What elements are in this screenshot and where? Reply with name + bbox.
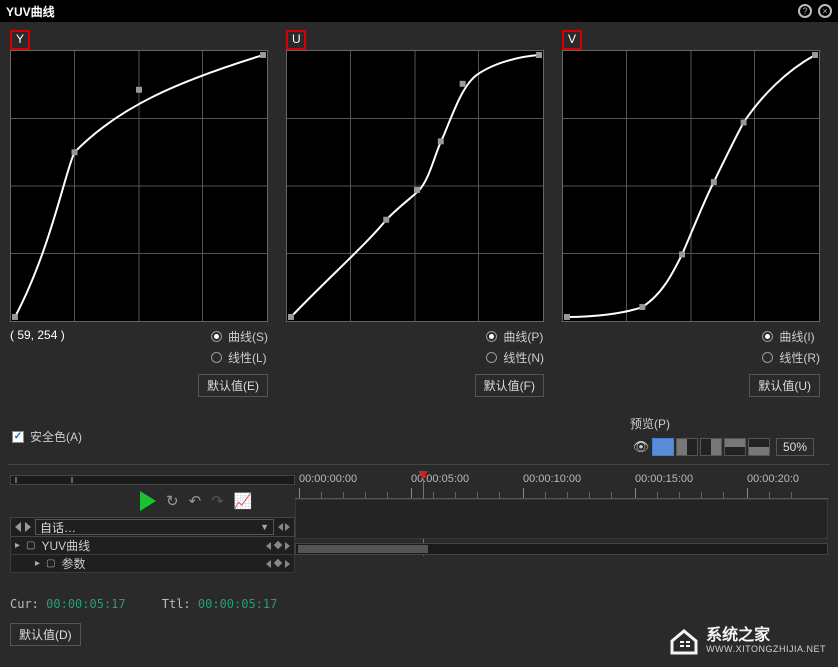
graph-icon[interactable]: 📈 xyxy=(234,492,253,510)
curve-column-u: U 曲线(P) 线性(N) 默认值(F) xyxy=(286,30,544,397)
radio-linear-y[interactable]: 线性(L) xyxy=(211,349,268,366)
watermark-sub: WWW.XITONGZHIJIA.NET xyxy=(706,645,826,655)
radio-curve-v[interactable]: 曲线(I) xyxy=(762,328,820,345)
panel-header: YUV曲线 ? × xyxy=(0,0,838,22)
curve-controls-u: 曲线(P) 线性(N) xyxy=(286,328,544,366)
cur-label: Cur: xyxy=(10,597,39,611)
preview-mode-split-h2[interactable] xyxy=(748,438,770,456)
safe-color-label: 安全色(A) xyxy=(30,428,82,445)
curve-label-y: Y xyxy=(10,30,30,50)
track-header: 自话… ▼ xyxy=(10,517,295,537)
redo-icon[interactable]: ↷ xyxy=(211,492,224,510)
next-key-icon[interactable] xyxy=(285,542,290,550)
curve-canvas-v[interactable] xyxy=(562,50,820,322)
radio-curve-v-label: 曲线(I) xyxy=(779,328,814,345)
radio-curve-u-label: 曲线(P) xyxy=(503,328,543,345)
timeline-ruler[interactable]: 00:00:00:00 00:00:05:00 00:00:10:00 00:0… xyxy=(295,471,828,499)
track-header-nav xyxy=(278,523,290,531)
track-row-params[interactable]: ▸ ▢ 参数 xyxy=(10,555,295,573)
preview-area: 预览(P) 👁 50% xyxy=(630,415,816,458)
preview-zoom[interactable]: 50% xyxy=(776,438,814,456)
enable-icon[interactable]: ▢ xyxy=(46,558,55,569)
cur-value: 00:00:05:17 xyxy=(46,597,125,611)
preview-mode-split-v1[interactable] xyxy=(676,438,698,456)
play-button[interactable] xyxy=(140,491,156,511)
ruler-label-2: 00:00:10:00 xyxy=(523,473,581,485)
track-row-yuv[interactable]: ▸ ▢ YUV曲线 xyxy=(10,537,295,555)
default-button-u[interactable]: 默认值(F) xyxy=(475,374,544,397)
ruler-label-3: 00:00:15:00 xyxy=(635,473,693,485)
default-button-y[interactable]: 默认值(E) xyxy=(198,374,268,397)
prev-key-icon[interactable] xyxy=(266,542,271,550)
safe-color-checkbox[interactable]: ✓ 安全色(A) xyxy=(12,428,82,445)
loop-icon[interactable]: ↻ xyxy=(166,492,179,510)
ruler-label-4: 00:00:20:0 xyxy=(747,473,799,485)
enable-icon[interactable]: ▢ xyxy=(26,540,35,551)
coord-readout: ( 59, 254 ) xyxy=(10,328,203,342)
default-button-v[interactable]: 默认值(U) xyxy=(749,374,820,397)
help-button[interactable]: ? xyxy=(798,4,812,18)
scrollbar-thumb[interactable] xyxy=(298,545,428,553)
radio-linear-u[interactable]: 线性(N) xyxy=(486,349,544,366)
radio-curve-u[interactable]: 曲线(P) xyxy=(486,328,544,345)
undo-icon[interactable]: ↶ xyxy=(189,492,202,510)
radio-linear-v[interactable]: 线性(R) xyxy=(762,349,820,366)
timeline-scrollbar[interactable] xyxy=(295,543,828,555)
prev-key-icon[interactable] xyxy=(278,523,283,531)
curve-column-v: V 曲线(I) 线性(R) 默认值(U) xyxy=(562,30,820,397)
ttl-value: 00:00:05:17 xyxy=(198,597,277,611)
preview-mode-split-h1[interactable] xyxy=(724,438,746,456)
track-scroll-mini[interactable] xyxy=(10,475,295,485)
timeline-section: ↻ ↶ ↷ 📈 自话… ▼ ▸ ▢ xyxy=(0,469,838,619)
ttl-label: Ttl: xyxy=(162,597,191,611)
next-key-icon[interactable] xyxy=(285,523,290,531)
timeline-right: 00:00:00:00 00:00:05:00 00:00:10:00 00:0… xyxy=(295,471,828,611)
curve-column-y: Y ( 59, 254 ) 曲线(S) 线性(L) 默认值(E) xyxy=(10,30,268,397)
timeline-left: ↻ ↶ ↷ 📈 自话… ▼ ▸ ▢ xyxy=(10,471,295,611)
preview-label: 预览(P) xyxy=(630,415,670,432)
curve-label-u: U xyxy=(286,30,306,50)
radio-linear-y-label: 线性(L) xyxy=(228,349,267,366)
radio-linear-v-label: 线性(R) xyxy=(779,349,820,366)
ruler-label-0: 00:00:00:00 xyxy=(299,473,357,485)
track-row-params-label: 参数 xyxy=(61,555,85,572)
preview-mode-split-v2[interactable] xyxy=(700,438,722,456)
panel-header-buttons: ? × xyxy=(798,4,832,18)
radio-linear-u-label: 线性(N) xyxy=(503,349,544,366)
track-row-yuv-label: YUV曲线 xyxy=(41,537,90,554)
curve-canvas-u[interactable] xyxy=(286,50,544,322)
panel-title: YUV曲线 xyxy=(6,3,55,20)
timeline-controls: ↻ ↶ ↷ 📈 xyxy=(10,487,295,515)
keyframe-icon[interactable] xyxy=(274,540,282,548)
time-readout: Cur: 00:00:05:17 Ttl: 00:00:05:17 xyxy=(10,597,295,611)
next-key-icon[interactable] xyxy=(285,560,290,568)
close-button[interactable]: × xyxy=(818,4,832,18)
radio-curve-y-label: 曲线(S) xyxy=(228,328,268,345)
curve-label-v: V xyxy=(562,30,582,50)
track-dropdown-value: 自话… xyxy=(40,519,76,536)
chevron-down-icon: ▼ xyxy=(260,522,269,532)
curve-controls-y: ( 59, 254 ) 曲线(S) 线性(L) xyxy=(10,328,268,366)
curves-region: Y ( 59, 254 ) 曲线(S) 线性(L) 默认值(E) xyxy=(0,22,838,409)
eye-icon[interactable]: 👁 xyxy=(632,438,650,456)
radio-curve-y[interactable]: 曲线(S) xyxy=(211,328,268,345)
prev-key-icon[interactable] xyxy=(266,560,271,568)
expand-icon[interactable]: ▸ xyxy=(15,540,20,551)
watermark-main: 系统之家 xyxy=(706,627,826,645)
divider xyxy=(8,464,830,465)
watermark: 系统之家 WWW.XITONGZHIJIA.NET xyxy=(668,625,826,657)
curve-controls-v: 曲线(I) 线性(R) xyxy=(562,328,820,366)
track-dropdown[interactable]: 自话… ▼ xyxy=(35,519,274,535)
preview-mode-full[interactable] xyxy=(652,438,674,456)
track-collapse-right-icon[interactable] xyxy=(25,522,31,532)
keyframe-icon[interactable] xyxy=(274,558,282,566)
playhead-icon[interactable] xyxy=(418,471,428,479)
expand-icon[interactable]: ▸ xyxy=(35,558,40,569)
safecolor-preview-row: ✓ 安全色(A) 预览(P) 👁 50% xyxy=(0,409,838,464)
watermark-logo-icon xyxy=(668,625,700,657)
curve-canvas-y[interactable] xyxy=(10,50,268,322)
default-button-bottom[interactable]: 默认值(D) xyxy=(10,623,81,646)
track-collapse-left-icon[interactable] xyxy=(15,522,21,532)
keyframe-lane[interactable] xyxy=(295,499,828,539)
